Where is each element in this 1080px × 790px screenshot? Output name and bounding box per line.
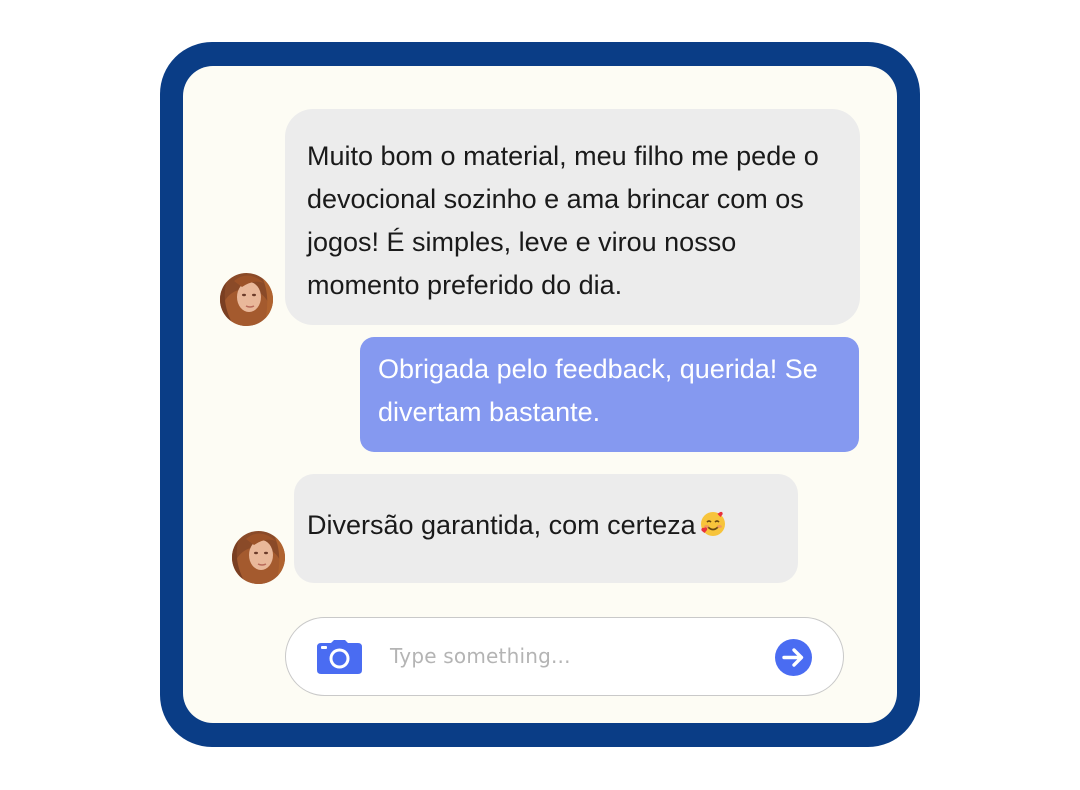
message-text: Diversão garantida, com certeza <box>307 510 696 540</box>
message-text: Obrigada pelo feedback, querida! Se dive… <box>378 354 818 427</box>
camera-icon[interactable] <box>317 640 362 674</box>
message-text: Muito bom o material, meu filho me pede … <box>307 141 819 300</box>
avatar <box>220 273 273 326</box>
message-bubble-outgoing: Obrigada pelo feedback, querida! Se dive… <box>360 337 859 452</box>
message-input-placeholder[interactable]: Type something... <box>390 643 571 669</box>
message-composer[interactable]: Type something... <box>285 617 844 696</box>
message-bubble-incoming: Diversão garantida, com certeza <box>294 474 798 583</box>
smiling-face-with-hearts-icon <box>700 507 726 536</box>
avatar <box>232 531 285 584</box>
message-bubble-incoming: Muito bom o material, meu filho me pede … <box>285 109 860 325</box>
send-arrow-icon[interactable] <box>775 639 812 676</box>
